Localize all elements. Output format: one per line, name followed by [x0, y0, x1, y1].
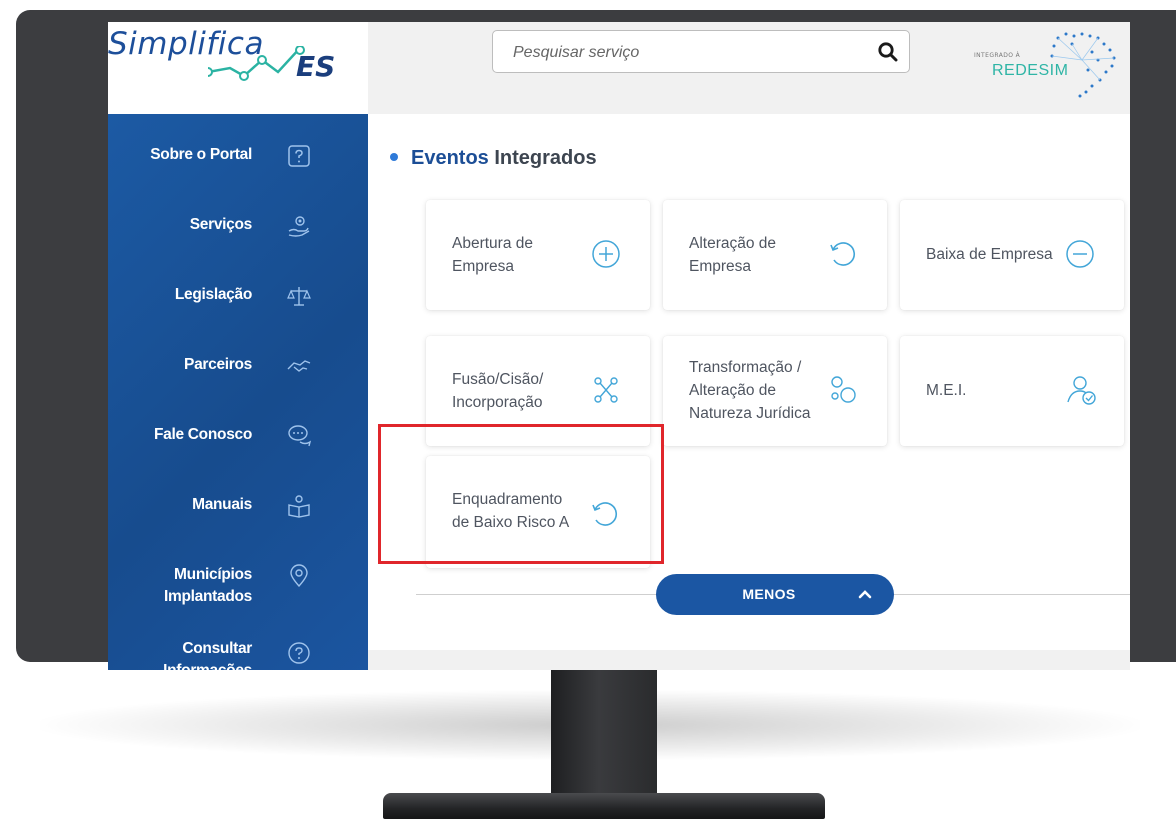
card-alteracao-de-empresa[interactable]: Alteração de Empresa [663, 200, 887, 310]
sidebar-item-label: Municípios Implantados [164, 566, 252, 605]
header: Simplifica ES Pesquisar serviço INTEGRAD… [108, 22, 1130, 114]
main-content: Eventos Integrados Abertura de Empresa A… [368, 114, 1130, 650]
section-title-strong: Eventos [411, 147, 489, 169]
card-label: Alteração de Empresa [689, 235, 777, 275]
card-label: Baixa de Empresa [926, 246, 1053, 263]
refresh-icon [830, 242, 855, 266]
sidebar-item-label: Serviços [189, 216, 253, 233]
card-abertura-de-empresa[interactable]: Abertura de Empresa [426, 200, 650, 310]
search-icon[interactable] [877, 41, 899, 63]
redesim-logo: INTEGRADO À REDESIM [974, 30, 1126, 100]
user-check-icon [1067, 376, 1096, 405]
sidebar-item-manuais[interactable]: Manuais [108, 494, 368, 544]
redesim-caption: INTEGRADO À [974, 52, 1021, 59]
card-mei[interactable]: M.E.I. [900, 336, 1124, 446]
sidebar: Sobre o Portal Serviços Legislação Parce… [108, 114, 368, 670]
section-title-rest: Integrados [494, 147, 597, 169]
sidebar-item-label: Legislação [174, 286, 252, 303]
monitor-stand-base [383, 793, 825, 819]
main-bottom-strip [368, 650, 1130, 670]
less-button-label: MENOS [742, 586, 796, 602]
sidebar-item-label: Fale Conosco [153, 426, 252, 443]
card-label: Transformação / Alteração de Natureza Ju… [689, 359, 811, 422]
sidebar-item-legislacao[interactable]: Legislação [108, 284, 368, 334]
card-label: Abertura de Empresa [452, 235, 533, 275]
scales-icon [287, 287, 311, 306]
highlight-box [378, 424, 664, 564]
plus-circle-icon [592, 240, 620, 268]
monitor-stand-neck [551, 660, 657, 802]
search-input[interactable] [511, 31, 875, 74]
merge-nodes-icon [594, 377, 618, 403]
search-box [492, 30, 910, 74]
minus-circle-icon [1066, 240, 1094, 268]
card-label: Fusão/Cisão/ Incorporação [452, 371, 544, 411]
sidebar-item-sobre-o-portal[interactable]: Sobre o Portal [108, 144, 368, 194]
chat-bubbles-icon [288, 425, 312, 447]
sidebar-item-municipios-implantados[interactable]: Municípios Implantados [108, 564, 368, 624]
sidebar-item-servicos[interactable]: Serviços [108, 214, 368, 264]
question-box-icon [288, 145, 310, 167]
sidebar-item-label: Consultar Informações [163, 640, 252, 670]
chevron-up-icon [858, 590, 872, 599]
sidebar-item-fale-conosco[interactable]: Fale Conosco [108, 424, 368, 474]
logo-suffix: ES [296, 50, 336, 83]
sidebar-item-consultar-informacoes[interactable]: Consultar Informações [108, 638, 368, 670]
sidebar-item-label: Parceiros [184, 356, 252, 373]
hand-gear-icon [288, 216, 310, 237]
bullet-dot [390, 152, 398, 161]
monitor-bezel: Simplifica ES Pesquisar serviço INTEGRAD… [16, 10, 1176, 670]
sidebar-item-label: Sobre o Portal [150, 146, 252, 163]
sidebar-item-label: Manuais [192, 496, 252, 513]
logo[interactable]: Simplifica ES [108, 22, 368, 114]
handshake-icon [287, 360, 311, 372]
book-reader-icon [288, 495, 310, 518]
transform-circles-icon [831, 376, 856, 403]
card-label: M.E.I. [926, 382, 967, 399]
section-title: Eventos Integrados [390, 147, 597, 170]
screen: Simplifica ES Pesquisar serviço INTEGRAD… [108, 22, 1130, 670]
map-pin-icon [290, 564, 308, 588]
card-transformacao-natureza-juridica[interactable]: Transformação / Alteração de Natureza Ju… [663, 336, 887, 446]
sidebar-item-parceiros[interactable]: Parceiros [108, 354, 368, 404]
less-button[interactable]: MENOS [656, 574, 894, 615]
question-circle-icon [288, 642, 310, 664]
redesim-wordmark: REDESIM [992, 62, 1069, 79]
card-baixa-de-empresa[interactable]: Baixa de Empresa [900, 200, 1124, 310]
